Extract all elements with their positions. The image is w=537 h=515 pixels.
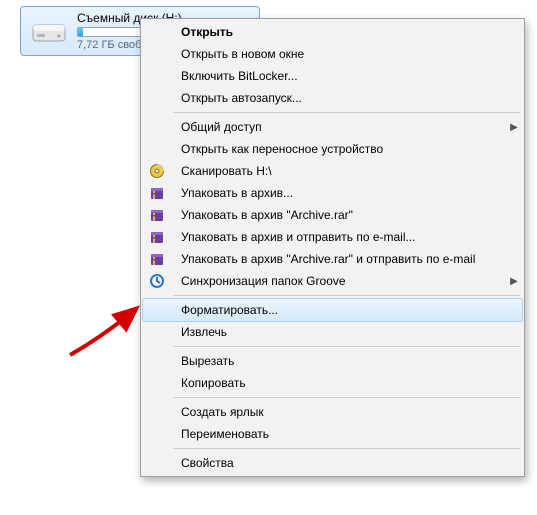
menu-item[interactable]: Копировать <box>143 372 522 394</box>
menu-item-label: Переименовать <box>171 427 522 441</box>
winrar-disc-icon <box>143 160 171 182</box>
menu-item[interactable]: Сканировать H:\ <box>143 160 522 182</box>
winrar-icon <box>143 226 171 248</box>
menu-item[interactable]: Упаковать в архив и отправить по e-mail.… <box>143 226 522 248</box>
arrow-annotation <box>65 300 145 360</box>
menu-separator <box>173 448 520 449</box>
menu-item-label: Синхронизация папок Groove <box>171 274 506 288</box>
blank-icon <box>143 43 171 65</box>
menu-item-label: Упаковать в архив и отправить по e-mail.… <box>171 230 522 244</box>
blank-icon <box>143 116 171 138</box>
removable-drive-icon <box>29 11 69 51</box>
menu-item-label: Извлечь <box>171 325 522 339</box>
blank-icon <box>143 138 171 160</box>
menu-item-label: Сканировать H:\ <box>171 164 522 178</box>
menu-item[interactable]: Общий доступ▶ <box>143 116 522 138</box>
winrar-icon <box>143 248 171 270</box>
menu-item-label: Общий доступ <box>171 120 506 134</box>
menu-item[interactable]: Открыть <box>143 21 522 43</box>
menu-item[interactable]: Форматировать... <box>142 298 523 322</box>
winrar-icon <box>143 182 171 204</box>
submenu-arrow-icon: ▶ <box>506 270 522 292</box>
menu-item[interactable]: Открыть как переносное устройство <box>143 138 522 160</box>
blank-icon <box>143 87 171 109</box>
menu-separator <box>173 346 520 347</box>
menu-item[interactable]: Включить BitLocker... <box>143 65 522 87</box>
blank-icon <box>143 350 171 372</box>
menu-item-label: Открыть автозапуск... <box>171 91 522 105</box>
menu-item-label: Открыть как переносное устройство <box>171 142 522 156</box>
submenu-arrow-icon: ▶ <box>506 116 522 138</box>
blank-icon <box>143 299 171 321</box>
menu-item-label: Включить BitLocker... <box>171 69 522 83</box>
context-menu: Открыть Открыть в новом окне Включить BitL… <box>140 18 525 477</box>
menu-item[interactable]: Свойства <box>143 452 522 474</box>
menu-item-label: Вырезать <box>171 354 522 368</box>
menu-item[interactable]: Упаковать в архив "Archive.rar" <box>143 204 522 226</box>
menu-item[interactable]: Вырезать <box>143 350 522 372</box>
blank-icon <box>143 21 171 43</box>
menu-item-label: Свойства <box>171 456 522 470</box>
blank-icon <box>143 423 171 445</box>
blank-icon <box>143 401 171 423</box>
menu-item[interactable]: Переименовать <box>143 423 522 445</box>
menu-item-label: Упаковать в архив... <box>171 186 522 200</box>
blank-icon <box>143 65 171 87</box>
menu-item-label: Открыть <box>171 25 522 39</box>
menu-item[interactable]: Упаковать в архив "Archive.rar" и отправ… <box>143 248 522 270</box>
blank-icon <box>143 321 171 343</box>
menu-item[interactable]: Открыть в новом окне <box>143 43 522 65</box>
menu-item-label: Упаковать в архив "Archive.rar" и отправ… <box>171 252 522 266</box>
menu-item-label: Создать ярлык <box>171 405 522 419</box>
menu-separator <box>173 112 520 113</box>
menu-item-label: Форматировать... <box>171 303 522 317</box>
menu-item[interactable]: Упаковать в архив... <box>143 182 522 204</box>
blank-icon <box>143 372 171 394</box>
menu-item-label: Копировать <box>171 376 522 390</box>
blank-icon <box>143 452 171 474</box>
menu-item[interactable]: Синхронизация папок Groove▶ <box>143 270 522 292</box>
winrar-icon <box>143 204 171 226</box>
menu-item[interactable]: Открыть автозапуск... <box>143 87 522 109</box>
menu-item[interactable]: Извлечь <box>143 321 522 343</box>
menu-item[interactable]: Создать ярлык <box>143 401 522 423</box>
menu-item-label: Открыть в новом окне <box>171 47 522 61</box>
menu-item-label: Упаковать в архив "Archive.rar" <box>171 208 522 222</box>
menu-separator <box>173 295 520 296</box>
groove-icon <box>143 270 171 292</box>
menu-separator <box>173 397 520 398</box>
